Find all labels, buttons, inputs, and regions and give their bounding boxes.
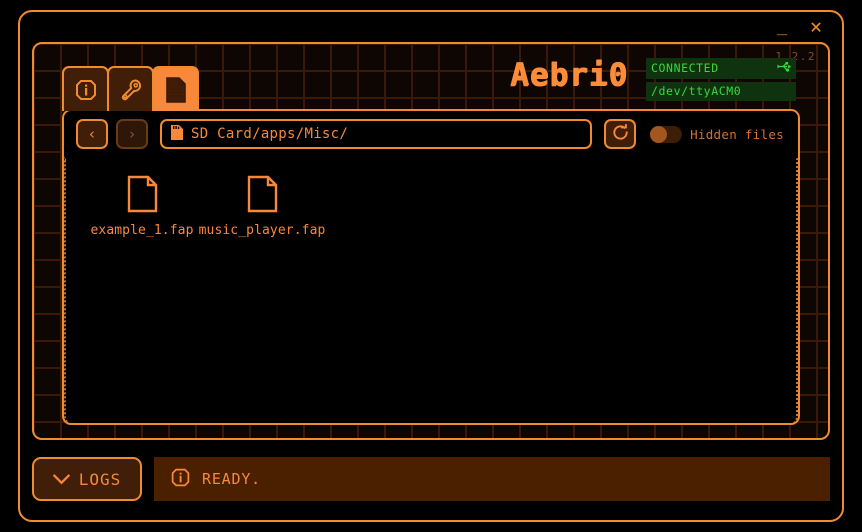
connection-port-label: /dev/ttyACM0	[651, 83, 742, 98]
hidden-files-switch[interactable]	[650, 125, 683, 143]
toggle-knob	[650, 125, 668, 143]
file-name: music_player.fap	[198, 223, 326, 238]
tab-info[interactable]	[62, 66, 109, 111]
file-list: example_1.fap music_player.fap	[64, 157, 798, 423]
back-button[interactable]: ‹	[76, 119, 108, 149]
file-name: example_1.fap	[90, 223, 194, 238]
brand-logo: Aebri0	[510, 57, 628, 93]
bottom-bar: LOGS READY.	[32, 450, 830, 508]
main-panel: 1.2.2 Aebri0 CONNECTED /dev/ttyACM0 ‹ › …	[32, 42, 830, 440]
close-button[interactable]: ✕	[804, 14, 828, 38]
title-bar: _ ✕	[20, 12, 842, 42]
connection-state-chip: CONNECTED	[646, 58, 796, 79]
logs-label: LOGS	[78, 469, 122, 489]
info-circle-icon	[74, 78, 98, 102]
status-bar: READY.	[154, 457, 830, 501]
forward-button[interactable]: ›	[116, 119, 148, 149]
logs-button[interactable]: LOGS	[32, 457, 142, 501]
file-icon	[126, 175, 158, 217]
refresh-icon	[611, 123, 630, 146]
file-icon	[246, 175, 278, 217]
app-window: _ ✕ 1.2.2 Aebri0 CONNECTED /dev/ttyACM0 …	[18, 10, 844, 522]
minimize-icon: _	[776, 15, 788, 36]
tab-files[interactable]	[152, 66, 199, 111]
tab-tools[interactable]	[107, 66, 154, 111]
file-item[interactable]: music_player.fap	[199, 169, 325, 244]
connection-port-chip: /dev/ttyACM0	[646, 81, 796, 102]
connection-state-label: CONNECTED	[651, 60, 719, 75]
usb-icon	[777, 61, 791, 76]
sd-card-icon	[170, 124, 184, 145]
file-browser-card: ‹ › SD Card/apps/Misc/ Hidden files exam…	[62, 109, 800, 425]
hidden-files-toggle[interactable]: Hidden files	[650, 125, 784, 143]
info-circle-icon	[170, 467, 191, 492]
panel-header: 1.2.2 Aebri0 CONNECTED /dev/ttyACM0	[34, 44, 828, 114]
connection-status: CONNECTED /dev/ttyACM0	[646, 58, 796, 102]
close-icon: ✕	[809, 14, 823, 38]
minimize-button[interactable]: _	[770, 14, 794, 38]
hidden-files-label: Hidden files	[690, 126, 784, 142]
refresh-button[interactable]	[604, 119, 637, 149]
file-item[interactable]: example_1.fap	[82, 169, 202, 244]
chevron-left-icon: ‹	[87, 125, 97, 143]
tab-strip	[62, 66, 199, 111]
path-text: SD Card/apps/Misc/	[191, 126, 349, 142]
file-icon	[164, 76, 188, 103]
chevron-right-icon: ›	[127, 125, 137, 143]
chevron-down-icon	[52, 470, 70, 489]
browser-toolbar: ‹ › SD Card/apps/Misc/ Hidden files	[64, 111, 798, 157]
status-text: READY.	[202, 470, 261, 488]
wrench-icon	[119, 78, 143, 102]
path-input[interactable]: SD Card/apps/Misc/	[160, 119, 593, 149]
